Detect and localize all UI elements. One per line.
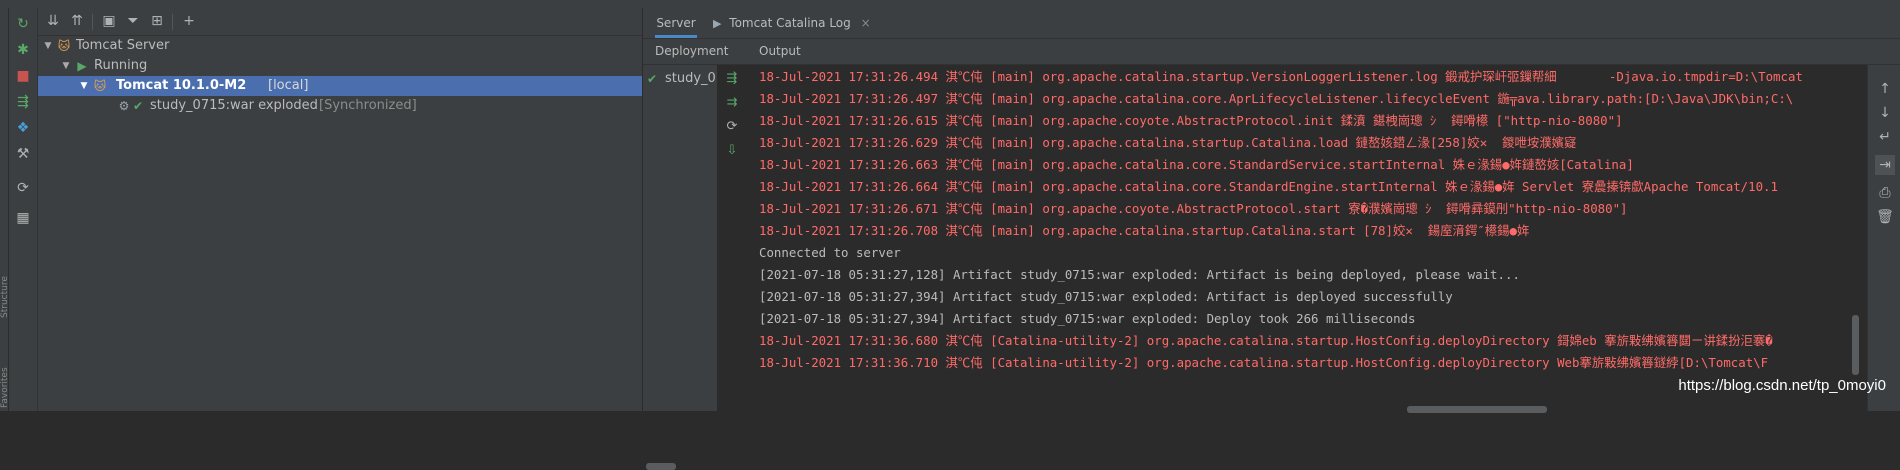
- tree-node-label: Tomcat Server: [76, 38, 170, 53]
- console-line: [2021-07-18 05:31:27,394] Artifact study…: [759, 311, 1416, 326]
- expand-all-icon[interactable]: ⇊: [44, 12, 62, 30]
- output-horizontal-scrollbar[interactable]: [1407, 406, 1547, 413]
- new-service-icon[interactable]: ⊞: [148, 12, 166, 30]
- chevron-down-icon[interactable]: ▼: [42, 36, 54, 56]
- tab-tomcat-catalina-log[interactable]: ▶ Tomcat Catalina Log ×: [713, 8, 871, 38]
- tomcat-icon: 🐱: [93, 79, 107, 93]
- console-output[interactable]: 18-Jul-2021 17:31:26.494 淇℃伅 [main] org.…: [759, 65, 1867, 411]
- filter-icon[interactable]: ⏷: [124, 12, 142, 30]
- console-line: 18-Jul-2021 17:31:36.680 淇℃伅 [Catalina-u…: [759, 333, 1773, 348]
- panel-headers: Deployment Output: [643, 39, 1900, 65]
- console-line: 18-Jul-2021 17:31:26.497 淇℃伅 [main] org.…: [759, 91, 1794, 106]
- soft-wrap-icon[interactable]: ↵: [1875, 127, 1895, 147]
- add-service-icon[interactable]: +: [180, 12, 198, 30]
- console-line: [2021-07-18 05:31:27,394] Artifact study…: [759, 289, 1453, 304]
- check-icon: ✔: [647, 72, 658, 86]
- tree-node-running[interactable]: ▼ ▶ Running: [38, 56, 642, 76]
- print-icon[interactable]: ⎙: [1875, 183, 1895, 203]
- tree-node-label: study_0715:war exploded: [150, 98, 318, 113]
- layout-icon[interactable]: ▦: [13, 208, 33, 228]
- debug-icon[interactable]: ✱: [13, 40, 33, 60]
- refresh-icon[interactable]: ⟳: [13, 178, 33, 198]
- tab-bar: Server ▶ Tomcat Catalina Log ×: [643, 8, 1900, 39]
- services-action-bar: ↻ ✱ ■ ⇶ ❖ ⚒ ⟳ ▦: [9, 8, 38, 411]
- toolbar-separator: [92, 14, 93, 30]
- redeploy-icon[interactable]: ⇉: [723, 94, 741, 112]
- tree-node-artifact[interactable]: ⚙ ✔ study_0715:war exploded [Synchronize…: [38, 96, 642, 116]
- settings-wrench-icon[interactable]: ⚒: [13, 144, 33, 164]
- arrow-down-icon[interactable]: ↓: [1875, 103, 1895, 123]
- toolbar-separator: [172, 14, 173, 30]
- output-vertical-scrollbar[interactable]: [1852, 315, 1859, 375]
- run-panel: Server ▶ Tomcat Catalina Log × Deploymen…: [643, 8, 1900, 470]
- chevron-down-icon[interactable]: ▼: [60, 56, 72, 76]
- tree-node-label: Tomcat 10.1.0-M2: [116, 78, 247, 93]
- play-icon: ▶: [77, 59, 87, 73]
- chevron-down-icon[interactable]: ▼: [78, 76, 90, 96]
- scroll-to-end-icon[interactable]: ⇥: [1875, 155, 1895, 175]
- tree-node-suffix: [local]: [268, 78, 309, 93]
- deployment-header: Deployment: [655, 44, 729, 58]
- console-line: 18-Jul-2021 17:31:36.710 淇℃伅 [Catalina-u…: [759, 355, 1769, 370]
- left-tool-strip: Structure Favorites: [0, 8, 9, 411]
- console-line: 18-Jul-2021 17:31:26.494 淇℃伅 [main] org.…: [759, 69, 1803, 84]
- group-services-icon[interactable]: ▣: [100, 12, 118, 30]
- console-line: Connected to server: [759, 245, 901, 260]
- collapse-all-icon[interactable]: ⇈: [68, 12, 86, 30]
- structure-tool-tab[interactable]: Structure: [0, 248, 8, 318]
- console-toolbar: ↑ ↓ ↵ ⇥ ⎙ 🗑: [1852, 65, 1900, 411]
- console-line: 18-Jul-2021 17:31:26.615 淇℃伅 [main] org.…: [759, 113, 1623, 128]
- refresh-icon[interactable]: ⟳: [723, 118, 741, 136]
- list-item[interactable]: ✔ study_0715: [643, 69, 717, 89]
- rerun-icon[interactable]: ↻: [13, 14, 33, 34]
- trash-icon[interactable]: 🗑: [1875, 207, 1895, 227]
- stop-icon[interactable]: ■: [13, 66, 33, 86]
- watermark: https://blog.csdn.net/tp_0moyi0: [1678, 377, 1886, 394]
- console-line: 18-Jul-2021 17:31:26.664 淇℃伅 [main] org.…: [759, 179, 1778, 194]
- console-line: 18-Jul-2021 17:31:26.663 淇℃伅 [main] org.…: [759, 157, 1634, 172]
- tree-node-tomcat-server[interactable]: ▼ 🐱 Tomcat Server: [38, 36, 642, 56]
- services-panel: ⇊ ⇈ ▣ ⏷ ⊞ + ▼ 🐱 Tomcat Server ▼ ▶ Runnin…: [38, 8, 643, 411]
- arrow-up-icon[interactable]: ↑: [1875, 79, 1895, 99]
- tomcat-icon: 🐱: [57, 39, 71, 53]
- deployment-item-label: study_0715: [665, 71, 717, 86]
- close-icon[interactable]: ×: [861, 16, 871, 30]
- console-line: [2021-07-18 05:31:27,128] Artifact study…: [759, 267, 1520, 282]
- console-line: 18-Jul-2021 17:31:26.708 淇℃伅 [main] org.…: [759, 223, 1530, 238]
- tab-server[interactable]: Server: [655, 8, 697, 38]
- console-line: 18-Jul-2021 17:31:26.671 淇℃伅 [main] org.…: [759, 201, 1628, 216]
- services-toolbar: ⇊ ⇈ ▣ ⏷ ⊞ +: [38, 8, 642, 36]
- check-icon: ✔: [132, 99, 144, 113]
- console-line: 18-Jul-2021 17:31:26.629 淇℃伅 [main] org.…: [759, 135, 1577, 150]
- download-icon[interactable]: ⇩: [723, 142, 741, 160]
- favorites-tool-tab[interactable]: Favorites: [0, 338, 8, 408]
- deployment-list: ✔ study_0715: [643, 65, 718, 470]
- tab-label: Tomcat Catalina Log: [729, 16, 851, 30]
- artifacts-icon[interactable]: ❖: [13, 118, 33, 138]
- tree-node-tomcat-instance[interactable]: ▼ 🐱 Tomcat 10.1.0-M2 [local]: [38, 76, 642, 96]
- deploy-icon[interactable]: ⇶: [723, 70, 741, 88]
- output-header: Output: [759, 44, 801, 58]
- tree-node-suffix: [Synchronized]: [319, 98, 417, 113]
- tree-node-label: Running: [94, 58, 148, 73]
- deployment-scrollbar[interactable]: [646, 463, 676, 470]
- deploy-all-icon[interactable]: ⇶: [13, 92, 33, 112]
- tab-label: Server: [656, 16, 696, 30]
- log-tab-icon: ▶: [713, 17, 722, 30]
